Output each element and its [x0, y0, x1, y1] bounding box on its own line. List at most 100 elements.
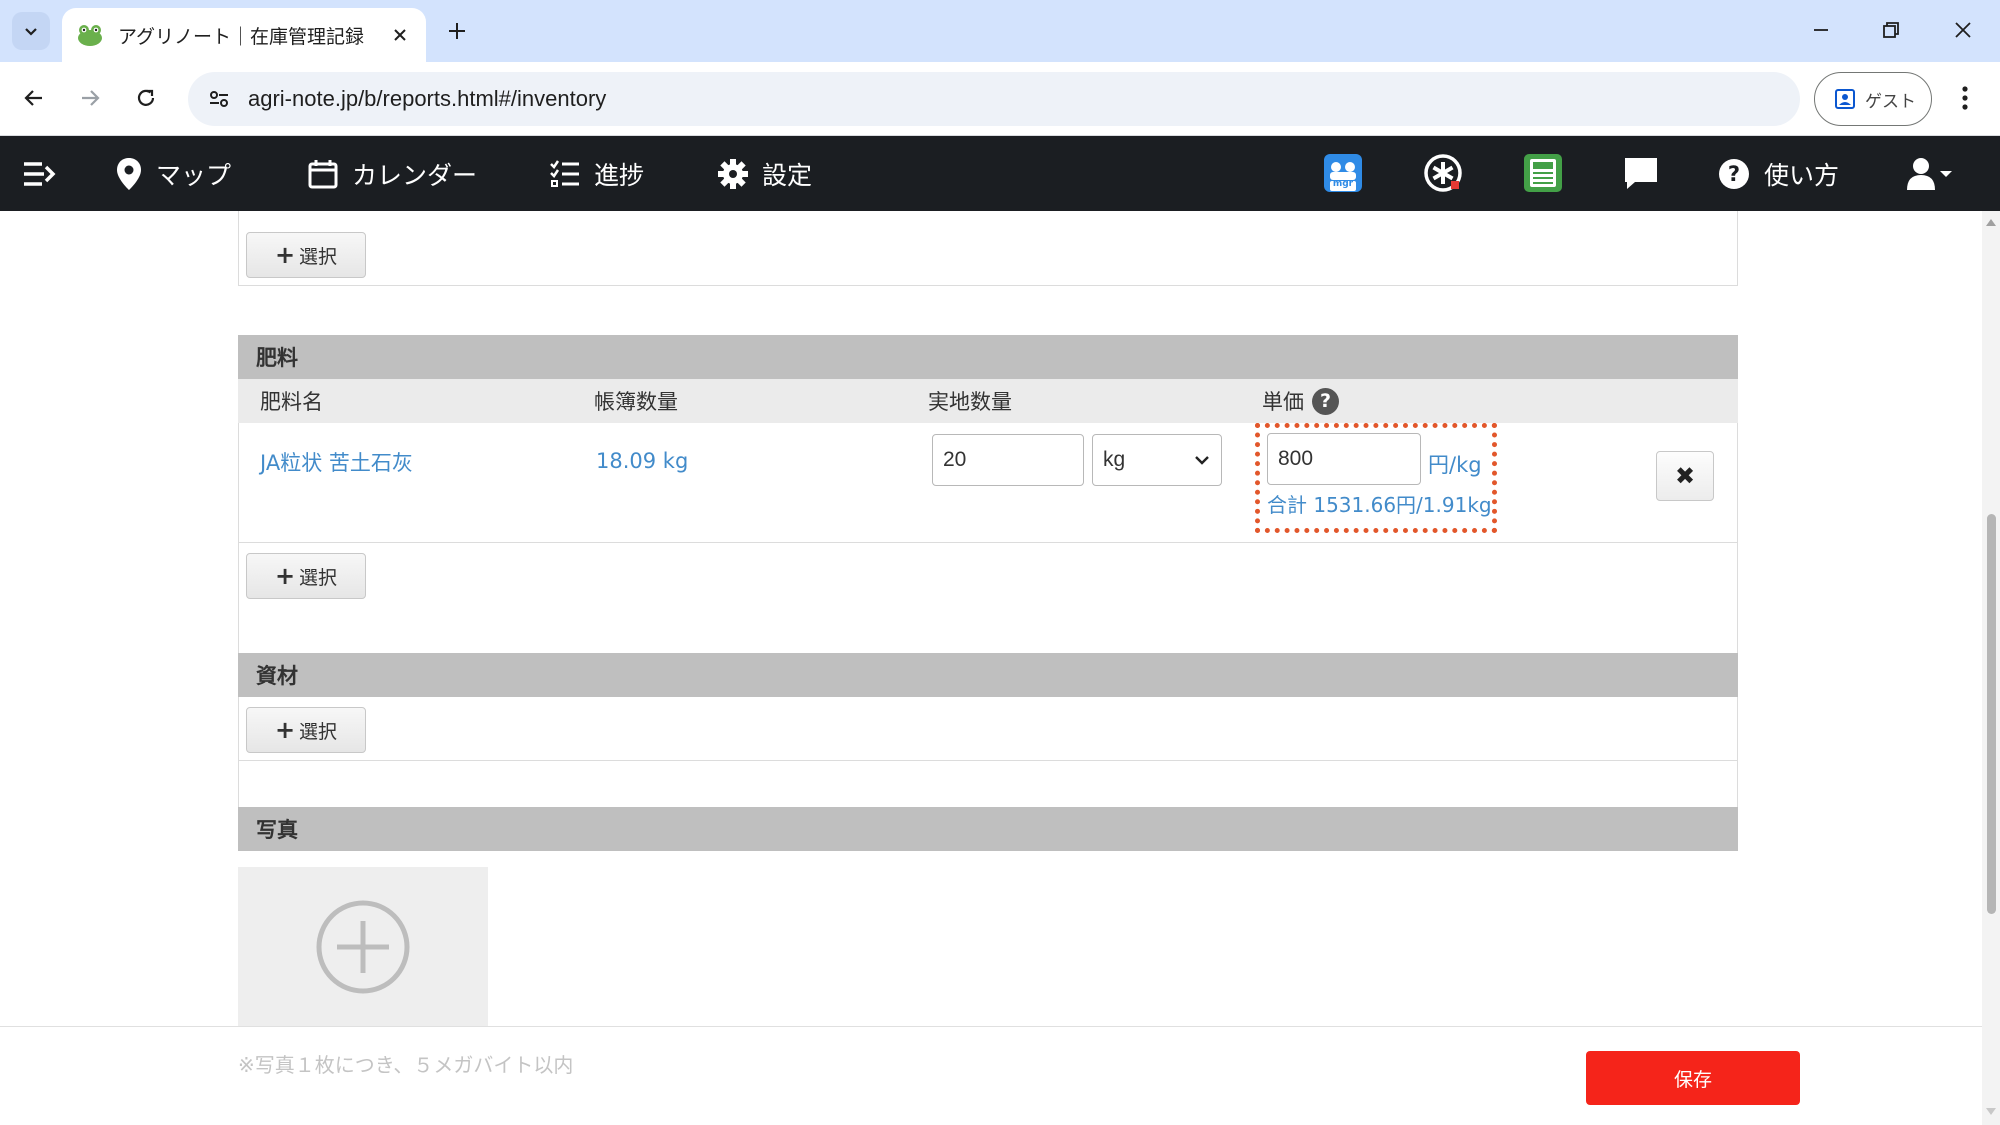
app-nav-bar: マップ カレンダー 進捗 設定 mgr ? 使い方 [0, 136, 2000, 211]
address-bar: agri-note.jp/b/reports.html#/inventory ゲ… [0, 62, 2000, 136]
nav-help-label: 使い方 [1764, 160, 1840, 190]
add-photo-button[interactable] [238, 867, 488, 1026]
nav-progress-label: 進捗 [594, 160, 645, 190]
nav-ledger-app[interactable] [1522, 152, 1564, 194]
chevron-down-icon [25, 28, 37, 36]
nav-asterisk-app[interactable] [1422, 152, 1464, 194]
site-settings-icon[interactable] [204, 84, 234, 114]
actual-qty-input[interactable]: 20 [932, 434, 1084, 486]
materials-select-button[interactable]: + 選択 [246, 707, 366, 753]
materials-panel [238, 697, 1738, 761]
add-circle-icon [316, 900, 410, 994]
reload-icon [137, 89, 155, 106]
back-button[interactable] [14, 78, 54, 118]
col-unit-price: 単価 ? [1262, 379, 1339, 423]
fertilizer-column-header-row: 肥料名 帳簿数量 実地数量 単価 ? [238, 379, 1738, 423]
url-text: agri-note.jp/b/reports.html#/inventory [248, 86, 607, 111]
nav-messages[interactable] [1620, 152, 1662, 194]
arrow-left-icon [24, 90, 42, 106]
materials-section-title: 資材 [238, 653, 1738, 697]
frog-favicon-icon [78, 25, 102, 46]
guest-profile-button[interactable]: ゲスト [1814, 72, 1932, 126]
chat-bubble-icon [1625, 158, 1657, 189]
nav-progress[interactable]: 進捗 [550, 136, 644, 211]
restore-button[interactable] [1866, 10, 1916, 50]
fertilizer-name-link[interactable]: JA粒状 苦土石灰 [260, 447, 413, 477]
photo-section-title: 写真 [238, 807, 1738, 851]
scroll-thumb[interactable] [1987, 514, 1996, 914]
fertilizer-divider [238, 542, 1738, 543]
select-label: 選択 [299, 566, 338, 589]
help-circle-icon: ? [1718, 158, 1750, 190]
user-icon [1907, 157, 1952, 190]
col-actual-qty: 実地数量 [928, 390, 1012, 414]
tab-search-button[interactable] [12, 12, 50, 50]
chevron-down-icon [1195, 456, 1209, 465]
minimize-icon [1814, 29, 1828, 31]
close-window-button[interactable] [1938, 10, 1988, 50]
page-scrollbar[interactable] [1982, 211, 2000, 1125]
tab-title: アグリノート｜在庫管理記録 [118, 25, 365, 48]
nav-calendar-label: カレンダー [352, 160, 478, 190]
calendar-icon [308, 159, 338, 189]
restore-icon [1883, 22, 1899, 38]
remove-row-button[interactable]: ✖ [1656, 451, 1714, 501]
plus-icon: + [274, 716, 296, 744]
reload-button[interactable] [126, 78, 166, 118]
arrow-right-icon [82, 90, 100, 106]
main-content: + 選択 肥料 肥料名 帳簿数量 実地数量 単価 ? JA粒状 苦土石灰 18.… [0, 211, 1982, 1026]
fertilizer-section-title: 肥料 [238, 335, 1738, 379]
previous-section-panel [238, 211, 1738, 286]
unit-select-value: kg [1103, 448, 1126, 471]
select-label: 選択 [299, 245, 338, 268]
photo-size-note: ※写真１枚につき、５メガバイト以内 [238, 1053, 574, 1077]
nav-mgr-app[interactable]: mgr [1322, 152, 1364, 194]
close-icon: ✖ [1674, 462, 1696, 490]
map-pin-icon [116, 157, 142, 191]
mgr-badge: mgr [1332, 179, 1354, 189]
unit-select[interactable]: kg [1092, 434, 1222, 486]
more-vert-icon [1962, 86, 1968, 110]
help-icon[interactable]: ? [1312, 387, 1339, 415]
col-fertilizer-name: 肥料名 [260, 390, 323, 414]
profile-icon [1835, 89, 1855, 109]
nav-map[interactable]: マップ [116, 136, 231, 211]
col-book-qty: 帳簿数量 [594, 390, 678, 414]
scroll-down-arrow-icon[interactable] [1985, 1107, 1997, 1117]
unit-price-highlight [1255, 423, 1497, 533]
browser-menu-button[interactable] [1950, 78, 1980, 118]
asterisk-circle-icon [1424, 154, 1462, 192]
plus-icon [449, 23, 465, 39]
gear-icon [718, 158, 748, 189]
save-button[interactable]: 保存 [1586, 1051, 1800, 1105]
browser-tab-bar: アグリノート｜在庫管理記録 [0, 0, 2000, 62]
url-omnibox[interactable]: agri-note.jp/b/reports.html#/inventory [188, 72, 1800, 126]
book-qty-value: 18.09 kg [596, 449, 689, 473]
previous-select-button[interactable]: + 選択 [246, 232, 366, 278]
nav-user-menu[interactable] [1906, 136, 1954, 211]
col-unit-price-label: 単価 [1262, 390, 1304, 414]
scroll-up-arrow-icon[interactable] [1985, 217, 1997, 227]
task-list-icon [550, 159, 580, 188]
svg-text:?: ? [1728, 162, 1740, 186]
minimize-button[interactable] [1796, 10, 1846, 50]
nav-settings[interactable]: 設定 [718, 136, 812, 211]
plus-icon: + [274, 562, 296, 590]
footer-bar: ※写真１枚につき、５メガバイト以内 保存 [0, 1026, 1982, 1125]
browser-tab[interactable]: アグリノート｜在庫管理記録 [62, 8, 426, 62]
plus-icon: + [274, 241, 296, 269]
ledger-app-icon [1524, 154, 1562, 192]
nav-map-label: マップ [156, 160, 232, 190]
fertilizer-select-button[interactable]: + 選択 [246, 553, 366, 599]
tab-close-icon[interactable] [388, 23, 412, 47]
nav-calendar[interactable]: カレンダー [308, 136, 477, 211]
forward-button[interactable] [70, 78, 110, 118]
close-icon [1955, 22, 1971, 38]
nav-help[interactable]: ? 使い方 [1718, 136, 1839, 211]
select-label: 選択 [299, 720, 338, 743]
profile-label: ゲスト [1865, 91, 1916, 112]
nav-settings-label: 設定 [762, 160, 813, 190]
new-tab-button[interactable] [440, 14, 474, 48]
menu-collapse-icon [24, 161, 56, 186]
nav-menu-toggle[interactable] [22, 136, 56, 211]
